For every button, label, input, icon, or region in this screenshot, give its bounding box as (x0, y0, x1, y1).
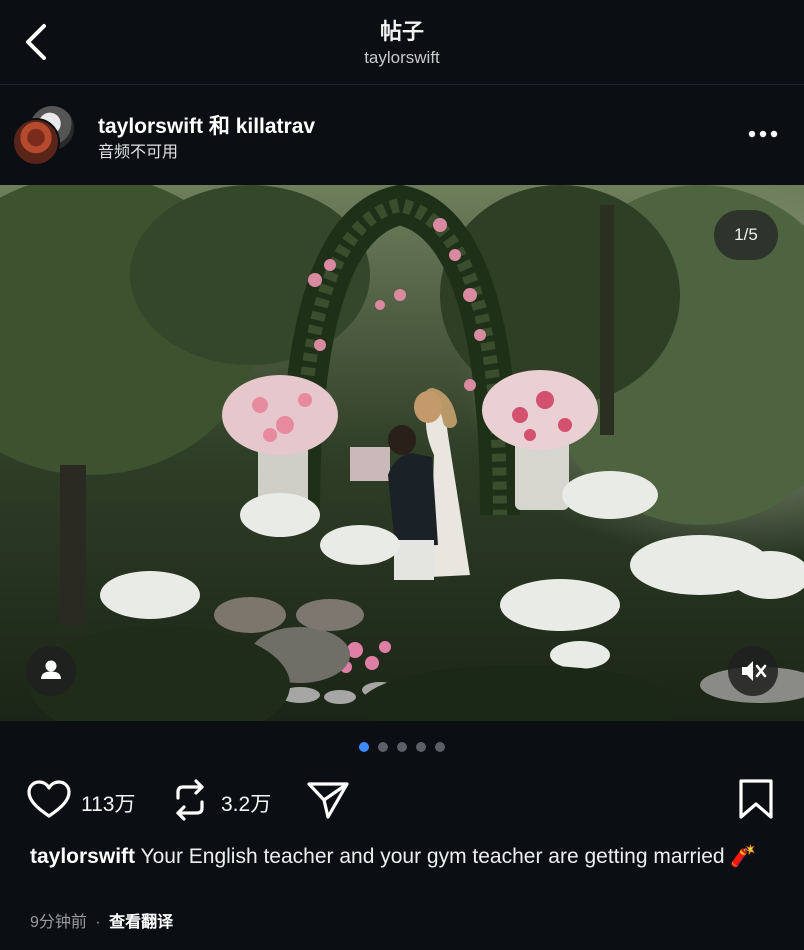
mute-button[interactable] (728, 646, 778, 696)
like-count[interactable]: 113万 (81, 788, 135, 818)
more-icon[interactable] (746, 120, 780, 148)
user-tag-icon (41, 660, 61, 679)
repost-count[interactable]: 3.2万 (221, 788, 271, 818)
bookmark-icon[interactable] (738, 778, 774, 820)
post-caption: taylorswift Your English teacher and you… (30, 843, 770, 870)
carousel-dot (416, 742, 426, 752)
author-avatars[interactable] (12, 104, 76, 166)
post-meta: 9分钟前 · 查看翻译 (30, 908, 173, 932)
page-subtitle: taylorswift (364, 48, 440, 67)
caption-username[interactable]: taylorswift (30, 845, 135, 868)
audio-status: 音频不可用 (98, 144, 179, 161)
caption-text: Your English teacher and your gym teache… (140, 845, 757, 868)
carousel-indicator (0, 742, 804, 756)
share-icon[interactable] (306, 780, 350, 820)
carousel-dot (359, 742, 369, 752)
carousel-dot (378, 742, 388, 752)
carousel-dot (397, 742, 407, 752)
author-name[interactable]: taylorswift 和 killatrav (98, 110, 315, 140)
repost-icon[interactable] (170, 778, 210, 822)
image-counter: 1/5 (714, 210, 778, 260)
carousel-dot (435, 742, 445, 752)
mute-icon (742, 661, 767, 681)
heart-icon[interactable] (26, 780, 72, 820)
page-title: 帖子 (379, 19, 424, 44)
post-photo[interactable] (0, 185, 804, 721)
tagged-users-button[interactable] (26, 646, 76, 696)
see-translation-link[interactable]: 查看翻译 (109, 914, 173, 931)
garden-scene-image (0, 185, 804, 721)
meta-separator: · (95, 914, 101, 931)
post-time: 9分钟前 (30, 914, 87, 931)
avatar (12, 118, 60, 166)
